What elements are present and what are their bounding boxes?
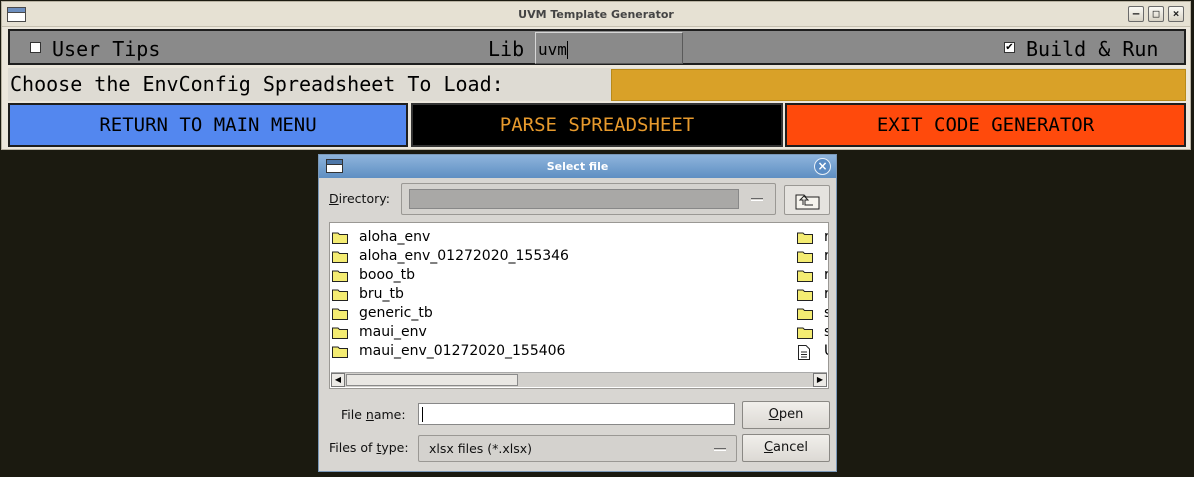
scroll-left-icon[interactable]: ◀ [331, 373, 345, 387]
options-row: User Tips Lib uvm ✔ Build & Run [8, 29, 1186, 65]
dialog-title-bar[interactable]: Select file × [319, 155, 836, 178]
lib-input[interactable]: uvm [535, 32, 683, 64]
files-of-type-value: xlsx files (*.xlsx) [429, 441, 533, 456]
directory-value [409, 189, 739, 209]
maximize-button[interactable]: □ [1148, 6, 1164, 22]
choose-spreadsheet-label: Choose the EnvConfig Spreadsheet To Load… [10, 72, 504, 96]
file-list[interactable]: aloha_env aloha_env_01272020_155346 booo_t… [329, 222, 829, 389]
folder-icon [797, 250, 813, 268]
dialog-title: Select file [546, 160, 609, 173]
list-item-label: bru_tb [359, 286, 404, 302]
return-to-main-menu-button[interactable]: RETURN TO MAIN MENU [8, 103, 408, 147]
list-item-label: r [824, 247, 828, 265]
list-item-label: aloha_env [359, 229, 431, 245]
dropdown-icon [714, 448, 726, 451]
lib-label: Lib [488, 37, 525, 61]
folder-icon [797, 231, 813, 249]
folder-icon [332, 307, 348, 325]
horizontal-scrollbar[interactable]: ◀ ▶ [331, 372, 827, 387]
exit-code-generator-button[interactable]: EXIT CODE GENERATOR [785, 103, 1186, 147]
spreadsheet-row: Choose the EnvConfig Spreadsheet To Load… [8, 68, 1186, 101]
list-item-label: r [824, 228, 828, 246]
dialog-close-button[interactable]: × [814, 158, 831, 175]
directory-combo[interactable] [401, 183, 776, 215]
folder-icon [797, 269, 813, 287]
folder-icon [332, 250, 348, 268]
close-button[interactable]: × [1168, 6, 1184, 22]
up-folder-button[interactable] [784, 185, 830, 215]
list-item-label: generic_tb [359, 305, 433, 321]
dropdown-icon [751, 198, 763, 201]
build-run-checkbox[interactable]: ✔ [1004, 42, 1015, 53]
cancel-button[interactable]: Cancel [742, 434, 830, 462]
folder-icon [332, 231, 348, 249]
window-title: UVM Template Generator [518, 8, 674, 21]
file-name-label: File name: [341, 407, 406, 422]
text-caret [422, 407, 423, 422]
action-buttons: RETURN TO MAIN MENU PARSE SPREADSHEET EX… [8, 103, 1186, 147]
file-name-input[interactable] [418, 403, 735, 425]
minimize-button[interactable]: – [1128, 6, 1144, 22]
list-item-label: maui_env_01272020_155406 [359, 343, 566, 359]
list-item-label: s [824, 304, 828, 322]
file-icon [797, 345, 811, 365]
title-bar[interactable]: UVM Template Generator – □ × [2, 2, 1190, 27]
user-tips-checkbox[interactable] [30, 42, 41, 53]
list-item-label: maui_env [359, 324, 427, 340]
folder-icon [797, 307, 813, 325]
folder-icon [332, 288, 348, 306]
files-of-type-label: Files of type: [329, 440, 409, 455]
parse-spreadsheet-button[interactable]: PARSE SPREADSHEET [411, 103, 783, 147]
list-item-label: aloha_env_01272020_155346 [359, 248, 569, 264]
open-button[interactable]: Open [742, 401, 830, 429]
directory-label: Directory: [329, 191, 390, 206]
list-item-label: booo_tb [359, 267, 415, 283]
build-run-label[interactable]: Build & Run [1026, 37, 1158, 61]
folder-icon [797, 326, 813, 344]
spreadsheet-path-field[interactable] [611, 69, 1186, 101]
text-caret [566, 41, 568, 59]
list-item-label: s [824, 323, 828, 341]
user-tips-label[interactable]: User Tips [52, 37, 160, 61]
select-file-dialog: Select file × Directory: aloha_env aloha_… [318, 154, 837, 472]
folder-icon [797, 288, 813, 306]
list-item-label: r [824, 285, 828, 303]
up-folder-icon [795, 194, 820, 210]
main-window: UVM Template Generator – □ × User Tips L… [1, 1, 1191, 150]
folder-icon [332, 269, 348, 287]
lib-input-value: uvm [538, 40, 567, 59]
list-item-label: r [824, 266, 828, 284]
files-of-type-combo[interactable]: xlsx files (*.xlsx) [418, 435, 737, 462]
list-item-label: U [824, 342, 828, 360]
folder-icon [332, 345, 348, 363]
scrollbar-thumb[interactable] [346, 374, 518, 386]
folder-icon [332, 326, 348, 344]
scroll-right-icon[interactable]: ▶ [813, 373, 827, 387]
